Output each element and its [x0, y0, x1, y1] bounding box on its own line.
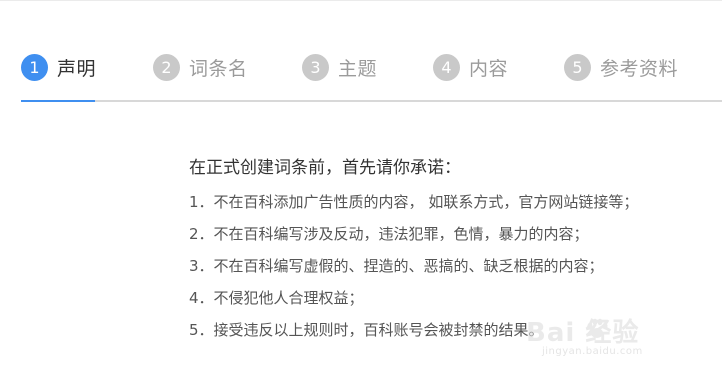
step-number-badge: 2 — [153, 53, 180, 81]
baidu-jingyan-watermark: Bai 经验 jingyan.baidu.com — [526, 312, 706, 372]
paw-icon — [587, 318, 608, 338]
rule-item: 3．不在百科编写虚假的、捏造的、恶搞的、缺乏根据的内容； — [189, 257, 604, 275]
top-divider — [0, 0, 722, 1]
step-label: 主题 — [338, 57, 378, 80]
step-label: 词条名 — [189, 57, 248, 80]
step-number-badge: 3 — [302, 53, 329, 81]
step-content[interactable]: 4 内容 — [433, 47, 508, 87]
step-topic[interactable]: 3 主题 — [302, 47, 377, 87]
step-references[interactable]: 5 参考资料 — [564, 47, 678, 87]
rule-item: 1．不在百科添加广告性质的内容， 如联系方式，官方网站链接等； — [189, 193, 639, 211]
step-number-badge: 1 — [21, 53, 48, 81]
steps-active-indicator — [21, 100, 95, 102]
steps-track — [21, 100, 722, 102]
commitment-heading: 在正式创建词条前，首先请你承诺： — [189, 158, 461, 178]
step-progress-bar: 1 声明 2 词条名 3 主题 4 内容 5 参考资料 — [0, 47, 722, 103]
rule-item: 2．不在百科编写涉及反动，违法犯罪，色情，暴力的内容； — [189, 225, 589, 243]
step-label: 参考资料 — [600, 57, 679, 80]
step-label: 声明 — [57, 57, 97, 80]
watermark-brand: Bai 经验 — [526, 318, 640, 348]
step-entry-name[interactable]: 2 词条名 — [153, 47, 248, 87]
step-number-badge: 5 — [564, 53, 591, 81]
watermark-url: jingyan.baidu.com — [542, 346, 643, 357]
step-label: 内容 — [469, 57, 509, 80]
step-number-badge: 4 — [433, 53, 460, 81]
step-statement[interactable]: 1 声明 — [21, 47, 96, 87]
